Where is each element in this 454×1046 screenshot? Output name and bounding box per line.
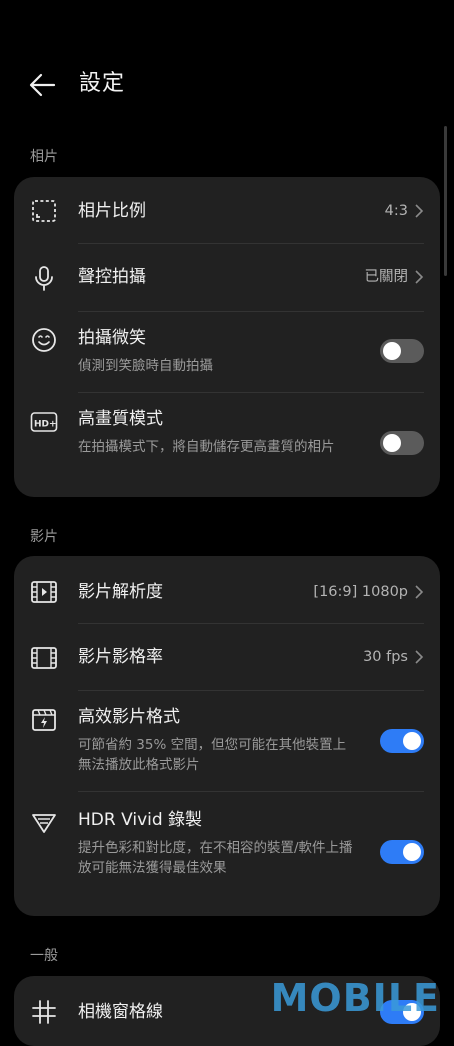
microphone-icon bbox=[35, 266, 53, 291]
setting-row-video-framerate[interactable]: 影片影格率 30 fps bbox=[14, 624, 440, 690]
svg-text:HD+: HD+ bbox=[34, 420, 57, 430]
scrollbar[interactable] bbox=[444, 126, 447, 276]
film-icon bbox=[31, 581, 57, 603]
hd-mode-toggle[interactable] bbox=[380, 431, 424, 455]
setting-row-efficient-format[interactable]: 高效影片格式 可節省約 35% 空間，但您可能在其他裝置上無法播放此格式影片 bbox=[14, 691, 440, 791]
setting-title: 拍攝微笑 bbox=[78, 328, 146, 348]
toggle-knob bbox=[403, 732, 421, 750]
hdr-vivid-toggle[interactable] bbox=[380, 840, 424, 864]
setting-row-photo-ratio[interactable]: 相片比例 4:3 bbox=[14, 177, 440, 243]
setting-subtitle: 偵測到笑臉時自動拍攝 bbox=[78, 358, 213, 374]
photo-settings-card: 相片比例 4:3 聲控拍攝 已關閉 拍攝微笑 偵測到笑臉時自動拍攝 HD+ 高畫… bbox=[14, 177, 440, 497]
setting-row-voice-capture[interactable]: 聲控拍攝 已關閉 bbox=[14, 244, 440, 311]
setting-subtitle: 提升色彩和對比度，在不相容的裝置/軟件上播放可能無法獲得最佳效果 bbox=[78, 840, 353, 876]
chevron-right-icon bbox=[415, 204, 424, 218]
app-header: 設定 bbox=[0, 58, 454, 112]
grid-icon bbox=[32, 1000, 56, 1024]
chevron-right-icon bbox=[415, 585, 424, 599]
setting-title: 相片比例 bbox=[78, 201, 146, 221]
toggle-knob bbox=[403, 843, 421, 861]
section-label-photo: 相片 bbox=[30, 149, 58, 165]
hd-plus-icon: HD+ bbox=[30, 412, 58, 432]
setting-value: 已關閉 bbox=[364, 269, 409, 285]
setting-row-hdr-vivid[interactable]: HDR Vivid 錄製 提升色彩和對比度，在不相容的裝置/軟件上播放可能無法獲… bbox=[14, 792, 440, 916]
film-strip-icon bbox=[31, 647, 57, 669]
setting-value: 4:3 bbox=[384, 203, 408, 219]
setting-title: 影片解析度 bbox=[78, 582, 163, 602]
setting-title: 影片影格率 bbox=[78, 647, 163, 667]
chevron-right-icon bbox=[415, 270, 424, 284]
setting-title: HDR Vivid 錄製 bbox=[78, 810, 203, 830]
chevron-right-icon bbox=[415, 650, 424, 664]
efficient-format-toggle[interactable] bbox=[380, 729, 424, 753]
hdr-vivid-icon bbox=[32, 814, 56, 833]
setting-subtitle: 可節省約 35% 空間，但您可能在其他裝置上無法播放此格式影片 bbox=[78, 737, 347, 773]
efficient-video-icon bbox=[32, 709, 56, 731]
section-label-general: 一般 bbox=[30, 948, 58, 964]
setting-title: 聲控拍攝 bbox=[78, 267, 146, 287]
aspect-ratio-icon bbox=[32, 200, 56, 222]
setting-row-smile-capture[interactable]: 拍攝微笑 偵測到笑臉時自動拍攝 bbox=[14, 312, 440, 392]
smile-capture-toggle[interactable] bbox=[380, 339, 424, 363]
setting-subtitle: 在拍攝模式下，將自動儲存更高畫質的相片 bbox=[78, 439, 335, 455]
setting-row-hd-mode[interactable]: HD+ 高畫質模式 在拍攝模式下，將自動儲存更高畫質的相片 bbox=[14, 393, 440, 497]
setting-value: 30 fps bbox=[363, 649, 408, 665]
setting-row-video-resolution[interactable]: 影片解析度 [16:9] 1080p bbox=[14, 556, 440, 623]
setting-title: 相機窗格線 bbox=[78, 1002, 163, 1022]
toggle-knob bbox=[383, 434, 401, 452]
setting-title: 高畫質模式 bbox=[78, 409, 163, 429]
setting-value: [16:9] 1080p bbox=[313, 584, 408, 600]
toggle-knob bbox=[383, 342, 401, 360]
section-label-video: 影片 bbox=[30, 529, 58, 545]
watermark-logo: MOBILE bbox=[270, 976, 440, 1020]
video-settings-card: 影片解析度 [16:9] 1080p 影片影格率 30 fps 高效影片格式 可… bbox=[14, 556, 440, 916]
setting-title: 高效影片格式 bbox=[78, 707, 180, 727]
page-title: 設定 bbox=[79, 71, 126, 96]
back-arrow-icon[interactable] bbox=[26, 68, 60, 102]
smile-face-icon bbox=[32, 328, 56, 352]
